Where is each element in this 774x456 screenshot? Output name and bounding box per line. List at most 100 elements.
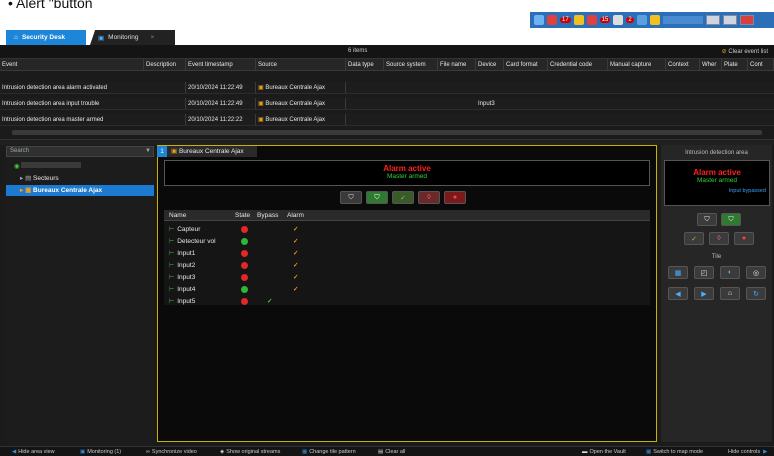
- input-row[interactable]: ⊢ Input5 ✓: [164, 296, 650, 307]
- event-row[interactable]: Intrusion detection area alarm activated…: [0, 82, 774, 94]
- close-tab-icon[interactable]: ×: [151, 34, 155, 41]
- search-input[interactable]: Search ▼: [6, 146, 154, 157]
- tile-camera-button[interactable]: ◐: [720, 266, 740, 279]
- col-source-system[interactable]: Source system: [384, 59, 438, 70]
- open-vault-label: Open the Vault: [589, 449, 626, 455]
- tab-monitoring[interactable]: ▣ Monitoring ×: [90, 30, 175, 45]
- col-alarm[interactable]: Alarm: [284, 210, 304, 221]
- show-original-streams-button[interactable]: ◈ Show original streams: [220, 448, 280, 456]
- search-placeholder: Search: [10, 148, 30, 154]
- switch-to-map-mode-label: Switch to map mode: [653, 449, 704, 455]
- tree-root[interactable]: ◉: [6, 161, 154, 172]
- badge-alerts: 15: [599, 17, 611, 23]
- col-data-type[interactable]: Data type: [346, 59, 384, 70]
- controls-ack-button[interactable]: ✓: [684, 232, 704, 245]
- disarm-button[interactable]: ⛉: [340, 191, 362, 204]
- alert-icon[interactable]: [586, 15, 597, 25]
- clear-event-list-label: Clear event list: [728, 49, 768, 55]
- alarm-off-icon: ●: [452, 194, 458, 201]
- col-source[interactable]: Source: [256, 59, 346, 70]
- clear-all-icon: ▤: [378, 449, 384, 455]
- speaker-icon[interactable]: [573, 15, 584, 25]
- col-description[interactable]: Description: [144, 59, 186, 70]
- switch-to-map-mode-button[interactable]: ▦ Switch to map mode: [646, 448, 703, 456]
- previous-button[interactable]: ◀: [668, 287, 688, 300]
- tree-item-bureaux[interactable]: ▸ ▣ Bureaux Centrale Ajax: [6, 185, 154, 196]
- shield-check-icon: ⛉: [728, 215, 734, 223]
- col-credential-code[interactable]: Credential code: [548, 59, 608, 70]
- tile-tab[interactable]: ▣ Bureaux Centrale Ajax: [157, 146, 257, 157]
- change-tile-pattern-button[interactable]: ▦ Change tile pattern: [302, 448, 356, 456]
- tab-security-desk[interactable]: ⌂ Security Desk: [6, 30, 86, 45]
- alarm-icon[interactable]: [547, 15, 557, 25]
- silence-button[interactable]: ●: [444, 191, 466, 204]
- col-name[interactable]: Name: [166, 210, 186, 221]
- col-where[interactable]: Wher: [700, 59, 722, 70]
- home-button[interactable]: ⌂: [720, 287, 740, 300]
- hide-controls-label: Hide controls: [728, 449, 761, 455]
- input-row[interactable]: ⊢ Capteur ✓: [164, 224, 650, 235]
- open-vault-button[interactable]: ▬ Open the Vault: [582, 448, 626, 456]
- refresh-button[interactable]: ↻: [746, 287, 766, 300]
- tile-snapshot-button[interactable]: ◎: [746, 266, 766, 279]
- col-file-name[interactable]: File name: [438, 59, 476, 70]
- clear-all-button[interactable]: ▤ Clear all: [378, 448, 405, 456]
- event-horizontal-scrollbar[interactable]: [12, 130, 762, 135]
- input-row[interactable]: ⊢ Input2 ✓: [164, 260, 650, 271]
- tile-pattern-button[interactable]: ▦: [668, 266, 688, 279]
- synchronize-video-button[interactable]: ∞ Synchronize video: [146, 448, 197, 456]
- alarm-off-icon: ●: [741, 235, 747, 242]
- list-icon[interactable]: [613, 15, 624, 25]
- filter-icon[interactable]: ▼: [145, 147, 151, 156]
- tree-item-secteurs[interactable]: ▸ ▤ Secteurs: [6, 173, 154, 184]
- alarm-state-text: Alarm active: [383, 164, 431, 173]
- maximize-button[interactable]: [722, 15, 737, 25]
- arm-button[interactable]: ⛉: [366, 191, 388, 204]
- col-card-format[interactable]: Card format: [504, 59, 548, 70]
- col-plate[interactable]: Plate: [722, 59, 748, 70]
- input-row[interactable]: ⊢ Detecteur vol ✓: [164, 236, 650, 247]
- synchronize-video-label: Synchronize video: [151, 449, 197, 455]
- arrow-left-icon: ◀: [675, 290, 681, 298]
- next-button[interactable]: ▶: [694, 287, 714, 300]
- clear-all-label: Clear all: [385, 449, 406, 455]
- alarm-check-icon: ✓: [293, 262, 299, 269]
- col-bypass[interactable]: Bypass: [254, 210, 278, 221]
- close-button[interactable]: [739, 15, 754, 25]
- controls-alert-button[interactable]: ◊: [709, 232, 729, 245]
- monitoring-button[interactable]: ▣ Monitoring (1): [80, 448, 121, 456]
- monitoring-label: Monitoring (1): [87, 449, 122, 455]
- tab-bar: ⌂ Security Desk ▣ Monitoring ×: [0, 28, 774, 45]
- hide-area-view-button[interactable]: ◀ Hide area view: [12, 448, 55, 456]
- event-row[interactable]: Intrusion detection area input trouble 2…: [0, 98, 774, 110]
- area-icon: ▸ ▣: [20, 187, 34, 194]
- controls-silence-button[interactable]: ●: [734, 232, 754, 245]
- tab-monitoring-label: Monitoring: [108, 34, 139, 41]
- bar-icon[interactable]: [649, 15, 660, 25]
- refresh-icon: ↻: [753, 290, 759, 298]
- alert-button[interactable]: ◊: [418, 191, 440, 204]
- controls-disarm-button[interactable]: ⛉: [697, 213, 717, 226]
- col-device[interactable]: Device: [476, 59, 504, 70]
- col-state[interactable]: State: [232, 210, 250, 221]
- network-icon[interactable]: [534, 15, 544, 25]
- clear-event-list-button[interactable]: ⊘ Clear event list: [722, 48, 768, 55]
- col-context[interactable]: Context: [666, 59, 700, 70]
- col-manual-capture[interactable]: Manual capture: [608, 59, 666, 70]
- event-list-header: 6 items ⊘ Clear event list: [0, 45, 774, 59]
- globe-icon[interactable]: [636, 15, 647, 25]
- alarm-check-icon: ✓: [293, 274, 299, 281]
- input-row[interactable]: ⊢ Input3 ✓: [164, 272, 650, 283]
- minimize-button[interactable]: [705, 15, 720, 25]
- hide-controls-button[interactable]: Hide controls ▶: [728, 448, 769, 456]
- event-row[interactable]: Intrusion detection area master armed 20…: [0, 114, 774, 126]
- col-timestamp[interactable]: Event timestamp: [186, 59, 256, 70]
- input-row[interactable]: ⊢ Input1 ✓: [164, 248, 650, 259]
- folder-icon: ▸ ▤: [20, 175, 34, 182]
- tile-expand-button[interactable]: ◰: [694, 266, 714, 279]
- controls-arm-button[interactable]: ⛉: [721, 213, 741, 226]
- col-context2[interactable]: Cont: [748, 59, 774, 70]
- input-row[interactable]: ⊢ Input4 ✓: [164, 284, 650, 295]
- col-event[interactable]: Event: [0, 59, 144, 70]
- acknowledge-button[interactable]: ✓: [392, 191, 414, 204]
